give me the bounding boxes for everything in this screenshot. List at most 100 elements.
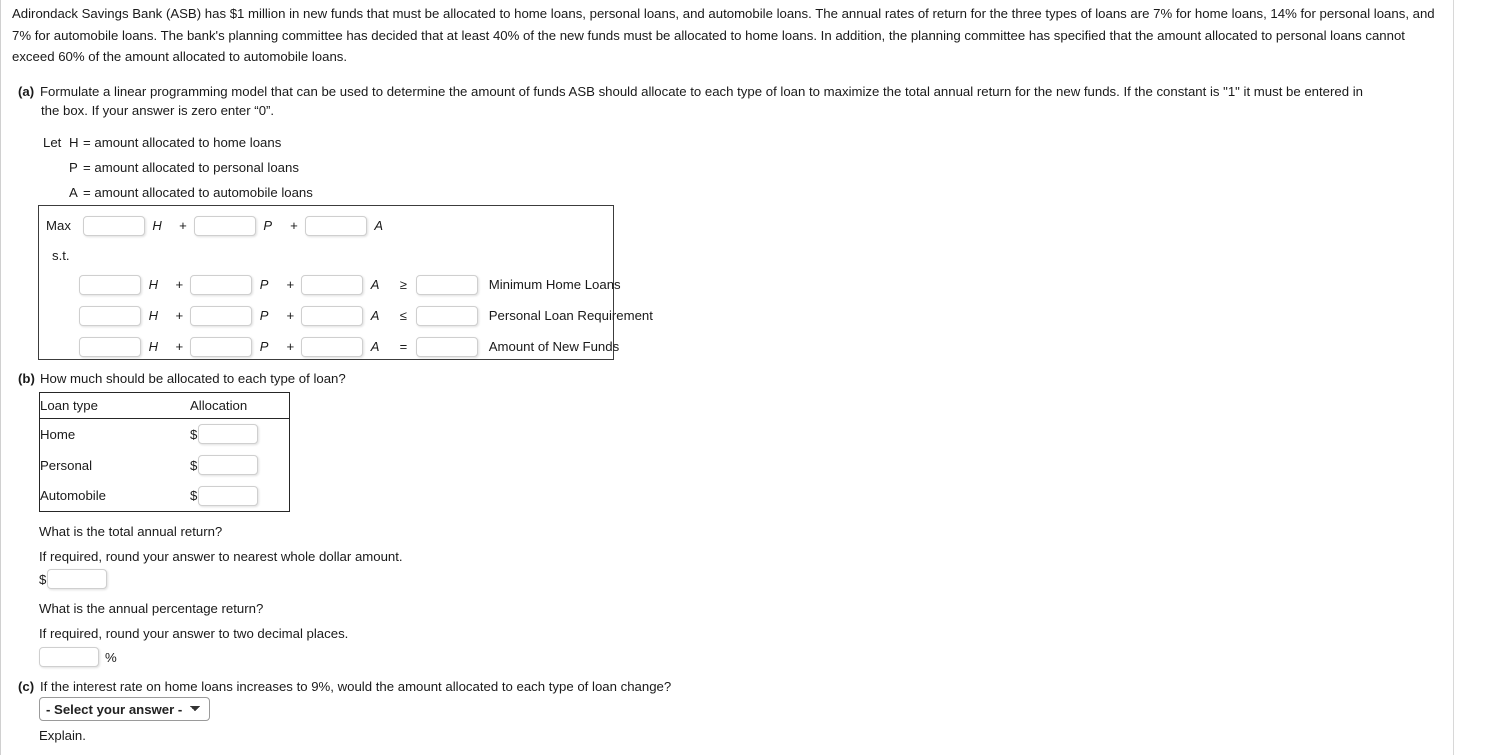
variable-name-h: H (69, 135, 79, 150)
variable-definition-text-p: amount allocated to personal loans (94, 160, 299, 175)
constraint-1-rhs-input[interactable] (416, 274, 479, 295)
constraint-3-coef-a-input[interactable] (301, 336, 364, 357)
allocation-table-body: Home $ Personal $ Automobile $ (40, 419, 290, 512)
constraint-2-rhs-input[interactable] (416, 305, 479, 326)
constraint-1-plus-2: + (286, 276, 295, 292)
constraint-3-coef-h-input[interactable] (79, 336, 141, 357)
constraint-2-var-p: P (259, 307, 269, 323)
part-b-prompt: How much should be allocated to each typ… (40, 371, 346, 386)
constraint-1-coef-p-input[interactable] (190, 274, 253, 295)
constraint-2-coef-h-input[interactable] (79, 305, 141, 326)
allocation-table: Loan type Allocation Home $ Personal $ A… (39, 392, 290, 512)
objective-row: Max H + P + A (46, 214, 394, 236)
total-return-input[interactable] (47, 569, 108, 589)
constraint-1-coef-a-input[interactable] (301, 274, 364, 295)
objective-var-a: A (374, 217, 384, 233)
question-page: Adirondack Savings Bank (ASB) has $1 mil… (0, 0, 1489, 755)
constraint-3-var-h: H (148, 338, 159, 354)
variable-definition-p: P = amount allocated to personal loans (43, 155, 313, 180)
allocation-cell-automobile: $ (190, 481, 290, 512)
part-c: (c) If the interest rate on home loans in… (18, 676, 1018, 698)
constraint-1-plus-1: + (175, 276, 184, 292)
constraint-1-name: Minimum Home Loans (488, 276, 621, 292)
variable-definitions: Let H = amount allocated to home loans P = … (43, 130, 313, 205)
percentage-return-rounding-note: If required, round your answer to two de… (39, 626, 349, 641)
allocation-cell-personal: $ (190, 450, 290, 481)
constraint-2-coef-a-input[interactable] (301, 305, 364, 326)
variable-definition-text-a: amount allocated to automobile loans (94, 185, 313, 200)
total-return-question: What is the total annual return? (39, 524, 223, 539)
loan-type-automobile: Automobile (40, 488, 106, 504)
let-keyword: Let (43, 135, 62, 150)
subject-to-row: s.t. (52, 244, 70, 266)
part-a-label: (a) (18, 84, 35, 99)
objective-coef-p-input[interactable] (193, 215, 256, 236)
percent-symbol: % (105, 649, 117, 665)
constraint-2-name: Personal Loan Requirement (488, 307, 653, 323)
equals-sign-h: = (83, 135, 91, 150)
objective-plus-2: + (290, 217, 298, 233)
dollar-sign-total-return: $ (39, 571, 47, 587)
problem-statement: Adirondack Savings Bank (ASB) has $1 mil… (12, 6, 1435, 64)
part-a-prompt-line2: the box. If your answer is zero enter “0… (41, 103, 275, 118)
objective-label: Max (46, 217, 71, 233)
variable-definition-h: Let H = amount allocated to home loans (43, 130, 313, 155)
allocation-automobile-input[interactable] (198, 485, 259, 506)
constraint-3-relation: = (399, 338, 408, 354)
table-row: Home $ (40, 419, 290, 450)
percentage-return-input[interactable] (39, 647, 99, 667)
allocation-home-input[interactable] (198, 424, 259, 445)
table-row: Personal $ (40, 450, 290, 481)
objective-plus-1: + (179, 217, 187, 233)
explain-label: Explain. (39, 728, 86, 743)
answer-select-dropdown[interactable]: - Select your answer -YesNo (39, 697, 210, 721)
header-allocation: Allocation (190, 392, 290, 419)
part-b: (b) How much should be allocated to each … (18, 368, 918, 390)
lp-model-box: Max H + P + A s.t. H + P + A ≥ Minimum H… (38, 205, 653, 360)
objective-coef-h-input[interactable] (82, 215, 145, 236)
constraint-3-rhs-input[interactable] (416, 336, 479, 357)
constraint-3-name: Amount of New Funds (488, 338, 620, 354)
constraint-3-plus-1: + (175, 338, 184, 354)
dollar-sign-automobile: $ (190, 488, 198, 504)
percentage-return-question: What is the annual percentage return? (39, 601, 264, 616)
variable-name-a: A (69, 185, 78, 200)
allocation-personal-input[interactable] (198, 455, 259, 475)
dollar-sign-home: $ (190, 426, 198, 442)
part-c-prompt: If the interest rate on home loans incre… (40, 679, 672, 694)
constraint-1-var-p: P (259, 276, 269, 292)
constraint-2-plus-1: + (175, 307, 184, 323)
constraint-3-plus-2: + (286, 338, 295, 354)
constraint-2-var-h: H (148, 307, 159, 323)
constraint-row-1: H + P + A ≥ Minimum Home Loans (79, 273, 621, 295)
constraint-1-var-a: A (370, 276, 380, 292)
constraint-2-var-a: A (370, 307, 380, 323)
constraint-2-plus-2: + (286, 307, 295, 323)
part-a-prompt-line1: Formulate a linear programming model tha… (40, 84, 1364, 99)
constraint-1-coef-h-input[interactable] (79, 274, 141, 295)
equals-sign-a: = (83, 185, 91, 200)
variable-definition-a: A = amount allocated to automobile loans (43, 180, 313, 205)
allocation-table-head: Loan type Allocation (39, 392, 290, 419)
objective-var-p: P (263, 217, 273, 233)
variable-name-p: P (69, 160, 78, 175)
objective-coef-a-input[interactable] (304, 215, 367, 236)
constraint-2-relation: ≤ (399, 307, 407, 323)
variable-definition-text-h: amount allocated to home loans (94, 135, 282, 150)
table-row: Automobile $ (40, 481, 290, 512)
total-return-answer-group: $ (39, 569, 108, 589)
constraint-3-var-a: A (370, 338, 380, 354)
objective-var-h: H (152, 217, 162, 233)
percentage-return-answer-group: % (39, 647, 117, 667)
dollar-sign-personal: $ (190, 457, 198, 473)
constraint-row-3: H + P + A = Amount of New Funds (79, 335, 619, 357)
constraint-3-coef-p-input[interactable] (190, 336, 253, 357)
allocation-cell-home: $ (190, 419, 290, 450)
subject-to-label: s.t. (52, 247, 70, 263)
part-a: (a) Formulate a linear programming model … (18, 81, 1441, 103)
constraint-2-coef-p-input[interactable] (190, 305, 253, 326)
constraint-1-relation: ≥ (399, 276, 407, 292)
total-return-rounding-note: If required, round your answer to neares… (39, 549, 403, 564)
part-b-label: (b) (18, 371, 35, 386)
header-loan-type: Loan type (39, 392, 190, 419)
